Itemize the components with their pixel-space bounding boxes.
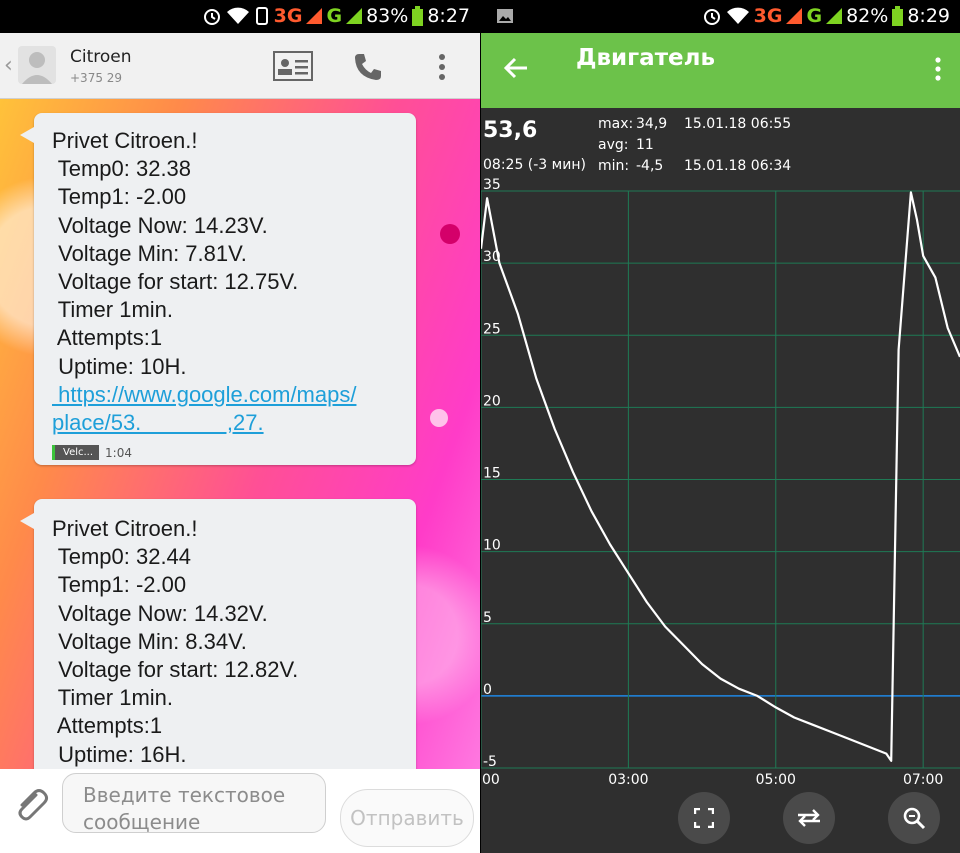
phone-call-icon[interactable] <box>352 51 384 83</box>
message-line: Timer 1min. <box>52 297 174 323</box>
alarm-icon <box>203 9 220 25</box>
maps-link[interactable]: https://www.google.com/maps/ <box>52 381 416 409</box>
y-tick-label: 10 <box>483 538 501 554</box>
wallpaper-dot <box>430 409 448 427</box>
paperclip-icon[interactable] <box>14 785 50 821</box>
wallpaper-dot <box>440 224 460 244</box>
message-line: Voltage for start: 12.82V. <box>52 657 299 683</box>
message-line: Timer 1min. <box>52 685 174 711</box>
message-line: Voltage Now: 14.23V. <box>52 212 268 238</box>
clock: 8:27 <box>427 5 470 27</box>
sms-screen: 3G G 83% 8:27 ‹ Citroen +375 29 Privet C… <box>0 0 480 853</box>
battery-icon <box>412 6 424 26</box>
temperature-chart[interactable]: -50510152025303500 03:00 05:00 07:00 <box>481 0 960 800</box>
y-tick-label: -5 <box>483 754 497 770</box>
message-bubble[interactable]: Privet Citroen.! Temp0: 32.44 Temp1: -2.… <box>20 499 416 769</box>
message-line: Privet Citroen.! <box>52 128 198 153</box>
y-tick-label: 35 <box>483 177 501 193</box>
message-line: Temp0: 32.38 <box>52 156 192 182</box>
sim1-network-type: 3G <box>273 5 303 27</box>
magnifier-icon <box>903 807 926 830</box>
phone-vibrate-icon <box>255 7 268 25</box>
compose-bar: Введите текстовое сообщение Отправить <box>0 769 480 853</box>
x-tick-label: 03:00 <box>608 772 648 788</box>
message-bubble[interactable]: Privet Citroen.! Temp0: 32.38 Temp1: -2.… <box>20 113 416 465</box>
y-tick-label: 5 <box>483 610 492 626</box>
swap-arrows-icon <box>798 809 820 827</box>
fullscreen-icon <box>694 808 714 828</box>
message-line: Uptime: 16H. <box>52 741 187 767</box>
y-tick-label: 25 <box>483 321 501 337</box>
sensor-screen: 3G G 82% 8:29 Двигатель 53,6 08:25 (-3 м… <box>481 0 960 853</box>
message-line: Attempts:1 <box>52 325 163 351</box>
send-button[interactable]: Отправить <box>340 789 474 847</box>
contact-card-icon[interactable] <box>273 51 313 81</box>
status-icons: 3G G 83% 8:27 <box>202 5 470 27</box>
message-line: Voltage Min: 8.34V. <box>52 628 247 654</box>
contact-name[interactable]: Citroen <box>70 47 132 67</box>
x-tick-label: 07:00 <box>903 772 943 788</box>
message-line: Voltage Min: 7.81V. <box>52 240 247 266</box>
sim1-signal-icon <box>306 8 323 24</box>
temperature-series-line <box>481 191 960 762</box>
battery-percent: 83% <box>366 5 409 27</box>
message-line: Temp1: -2.00 <box>52 572 187 598</box>
fullscreen-button[interactable] <box>678 792 730 844</box>
message-line: Voltage Now: 14.32V. <box>52 600 268 626</box>
message-line: Attempts:1 <box>52 713 163 739</box>
y-tick-label: 15 <box>483 466 501 482</box>
maps-link-continued[interactable]: place/53. ,27. <box>52 409 416 437</box>
contact-number: +375 29 <box>70 71 123 85</box>
sim2-network-type: G <box>326 5 343 27</box>
message-line: Temp0: 32.44 <box>52 544 192 570</box>
y-tick-label: 20 <box>483 393 501 409</box>
x-tick-label: 05:00 <box>756 772 796 788</box>
x-tick-label: 00 <box>482 772 500 788</box>
conversation-area[interactable]: Privet Citroen.! Temp0: 32.38 Temp1: -2.… <box>0 99 480 769</box>
conversation-header: ‹ Citroen +375 29 <box>0 33 480 99</box>
zoom-button[interactable] <box>888 792 940 844</box>
message-line: Privet Citroen.! <box>52 516 198 541</box>
contact-avatar[interactable] <box>18 46 56 84</box>
message-line: Temp1: -2.00 <box>52 184 187 210</box>
message-line: Uptime: 10H. <box>52 353 187 379</box>
swap-button[interactable] <box>783 792 835 844</box>
message-line: Voltage for start: 12.75V. <box>52 269 299 295</box>
message-time: 1:04 <box>105 445 132 460</box>
wifi-icon <box>226 7 249 24</box>
back-chevron-icon[interactable]: ‹ <box>4 53 13 78</box>
status-bar: 3G G 83% 8:27 <box>0 0 480 33</box>
person-icon <box>22 52 52 84</box>
message-meta: Velc... 1:04 <box>52 445 416 461</box>
y-tick-label: 0 <box>483 682 492 698</box>
sim-badge: Velc... <box>52 445 100 461</box>
overflow-menu-icon[interactable] <box>438 53 446 81</box>
sim2-signal-icon <box>346 8 363 24</box>
message-input[interactable]: Введите текстовое сообщение <box>62 773 326 834</box>
